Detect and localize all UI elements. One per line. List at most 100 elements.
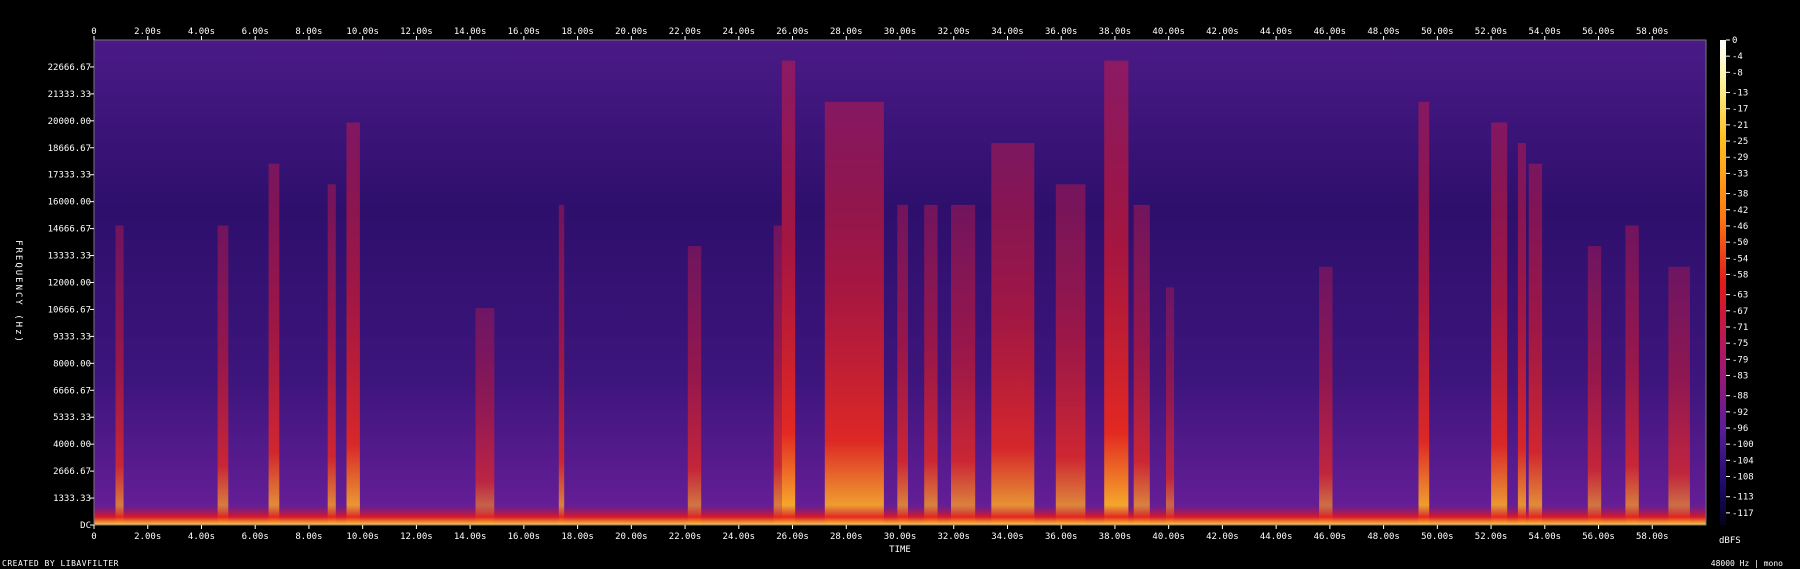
energy-burst (217, 225, 229, 525)
colorbar-tick-label: -75 (1732, 339, 1748, 349)
y-tick-label: 2666.67 (53, 467, 91, 477)
energy-burst (1133, 204, 1150, 525)
x-tick-label: 34.00s (991, 532, 1024, 542)
colorbar-unit-label: dBFS (1719, 536, 1741, 546)
x-tick-label: 12.00s (400, 532, 433, 542)
energy-burst (268, 163, 280, 525)
energy-burst (1104, 60, 1129, 525)
x-tick-label: 44.00s (1260, 532, 1293, 542)
x-tick-label: 28.00s (830, 27, 863, 37)
x-tick-label: 6.00s (242, 27, 269, 37)
x-tick-label: 30.00s (884, 27, 917, 37)
y-tick-label: 4000.00 (53, 440, 91, 450)
y-tick-label: 18666.67 (48, 144, 91, 154)
colorbar-tick-label: -13 (1732, 89, 1748, 99)
x-tick-label: 10.00s (346, 532, 379, 542)
energy-burst (327, 184, 336, 526)
x-axis-top: 0 2.00s 4.00s 6.00s 8.00s 10.00s 12.00s 14.00s 1… (91, 27, 1669, 40)
y-tick-label: 14666.67 (48, 225, 91, 235)
energy-burst (1668, 266, 1690, 525)
colorbar (1720, 40, 1726, 525)
x-tick-label: 8.00s (295, 532, 322, 542)
energy-burst (558, 204, 565, 525)
energy-burst (1587, 246, 1602, 525)
colorbar-tick-label: -8 (1732, 68, 1743, 78)
y-axis-label: FREQUENCY (Hz) (13, 240, 23, 344)
low-frequency-energy-band (94, 505, 1706, 525)
x-tick-label: 36.00s (1045, 532, 1078, 542)
colorbar-tick-label: -113 (1732, 493, 1754, 503)
energy-burst (824, 101, 884, 526)
colorbar-tick-label: -38 (1732, 190, 1748, 200)
colorbar-tick-label: 0 (1732, 36, 1737, 46)
energy-burst (781, 60, 796, 525)
energy-burst (687, 246, 702, 525)
colorbar-ticks: 0 -4 -8 -13 -17 -21 -25 -29 -33 -38 -42 -46 -50 -54 -5… (1726, 36, 1754, 519)
x-axis-label: TIME (889, 545, 911, 555)
colorbar-tick-label: -46 (1732, 222, 1748, 232)
colorbar-tick-label: -67 (1732, 307, 1748, 317)
x-tick-label: 18.00s (561, 532, 594, 542)
energy-burst (1418, 101, 1430, 526)
y-tick-label: 6666.67 (53, 386, 91, 396)
x-tick-label: 24.00s (723, 27, 756, 37)
y-tick-label: 21333.33 (48, 90, 91, 100)
x-tick-label: 26.00s (776, 27, 809, 37)
energy-burst (1625, 225, 1639, 525)
energy-burst (924, 204, 938, 525)
spectrogram-figure: 0 2.00s 4.00s 6.00s 8.00s 10.00s 12.00s 14.00s 1… (0, 0, 1800, 569)
x-tick-label: 36.00s (1045, 27, 1078, 37)
x-tick-label: 28.00s (830, 532, 863, 542)
colorbar-tick-label: -88 (1732, 392, 1748, 402)
y-tick-label: 12000.00 (48, 279, 91, 289)
x-tick-label: 12.00s (400, 27, 433, 37)
x-tick-label: 46.00s (1314, 532, 1347, 542)
energy-burst (115, 225, 124, 525)
energy-burst (991, 143, 1035, 525)
energy-burst (346, 122, 360, 525)
x-tick-label: 40.00s (1152, 27, 1185, 37)
x-tick-label: 58.00s (1636, 532, 1669, 542)
x-tick-label: 16.00s (508, 27, 541, 37)
spectrogram-chart: 0 2.00s 4.00s 6.00s 8.00s 10.00s 12.00s 14.00s 1… (13, 27, 1754, 555)
y-tick-label: 10666.67 (48, 305, 91, 315)
y-tick-label: 1333.33 (53, 494, 91, 504)
energy-burst (897, 204, 908, 525)
energy-burst (1055, 184, 1086, 526)
x-tick-label: 56.00s (1582, 27, 1615, 37)
x-tick-label: 4.00s (188, 532, 215, 542)
x-tick-label: 6.00s (242, 532, 269, 542)
x-axis-bottom: 0 2.00s 4.00s 6.00s 8.00s 10.00s 12.00s 14.00s 1… (91, 525, 1669, 542)
colorbar-tick-label: -42 (1732, 206, 1748, 216)
energy-burst (1166, 287, 1175, 525)
y-tick-label: DC (80, 521, 91, 531)
y-tick-label: 16000.00 (48, 198, 91, 208)
x-tick-label: 22.00s (669, 532, 702, 542)
x-tick-label: 54.00s (1529, 27, 1562, 37)
colorbar-tick-label: -21 (1732, 121, 1748, 131)
y-tick-label: 17333.33 (48, 171, 91, 181)
x-tick-label: 0 (91, 532, 96, 542)
x-tick-label: 30.00s (884, 532, 917, 542)
energy-burst (475, 308, 495, 525)
x-tick-label: 2.00s (134, 532, 161, 542)
energy-burst (1528, 163, 1543, 525)
y-axis: DC 1333.33 2666.67 4000.00 5333.33 6666.67 800… (48, 63, 94, 531)
x-tick-label: 8.00s (295, 27, 322, 37)
x-tick-label: 48.00s (1367, 532, 1400, 542)
x-tick-label: 14.00s (454, 532, 487, 542)
credit-text: CREATED BY LIBAVFILTER (2, 559, 119, 568)
colorbar-tick-label: -96 (1732, 424, 1748, 434)
colorbar-tick-label: -29 (1732, 153, 1748, 163)
x-tick-label: 56.00s (1582, 532, 1615, 542)
colorbar-tick-label: -108 (1732, 473, 1754, 483)
energy-burst (1319, 266, 1333, 525)
colorbar-tick-label: -83 (1732, 371, 1748, 381)
x-tick-label: 18.00s (561, 27, 594, 37)
colorbar-tick-label: -4 (1732, 52, 1743, 62)
x-tick-label: 58.00s (1636, 27, 1669, 37)
x-tick-label: 26.00s (776, 532, 809, 542)
colorbar-tick-label: -33 (1732, 169, 1748, 179)
colorbar-tick-label: -117 (1732, 509, 1754, 519)
x-tick-label: 24.00s (723, 532, 756, 542)
